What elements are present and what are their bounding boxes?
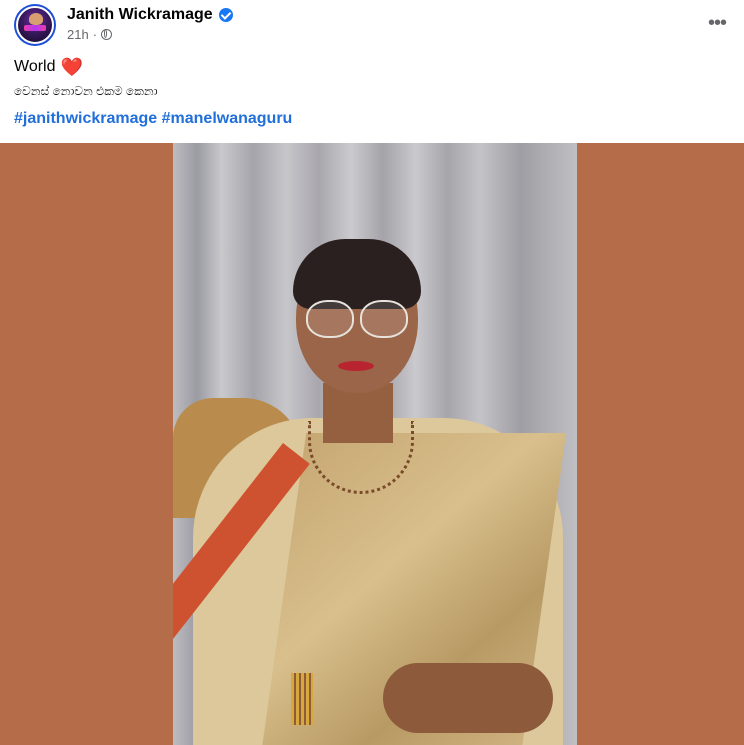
hashtag-link[interactable]: #janithwickramage [14,110,157,127]
more-options-button[interactable]: ••• [708,12,727,35]
verified-badge-icon [218,8,233,22]
hashtags: #janithwickramage #manelwanaguru [14,110,292,128]
post-text-line-2: වෙනස් නොවන එකම කෙනා [14,84,158,98]
meta-separator: · [92,27,98,42]
heart-emoji-icon: ❤️ [60,57,83,77]
post-text-line-1: World ❤️ [14,58,83,76]
hashtag-link[interactable]: #manelwanaguru [162,110,293,127]
post-media[interactable] [0,143,744,745]
woman-hands [383,663,553,733]
post-header: Janith Wickramage 21h · ••• [0,0,744,56]
facebook-post: Janith Wickramage 21h · ••• World ❤️ වෙන… [0,0,744,745]
woman-hair [293,239,421,309]
post-text-world: World [14,58,56,75]
author-avatar[interactable] [14,4,56,46]
post-photo [173,143,577,745]
post-meta: 21h · [67,27,113,42]
glasses-right-lens [360,300,408,338]
avatar-image [16,6,54,44]
author-name[interactable]: Janith Wickramage [67,6,213,24]
gold-bangles [291,673,313,725]
post-timestamp[interactable]: 21h [67,27,89,42]
globe-icon [101,29,113,40]
woman-lips [338,361,374,371]
glasses-left-lens [306,300,354,338]
author-row: Janith Wickramage [67,4,233,26]
